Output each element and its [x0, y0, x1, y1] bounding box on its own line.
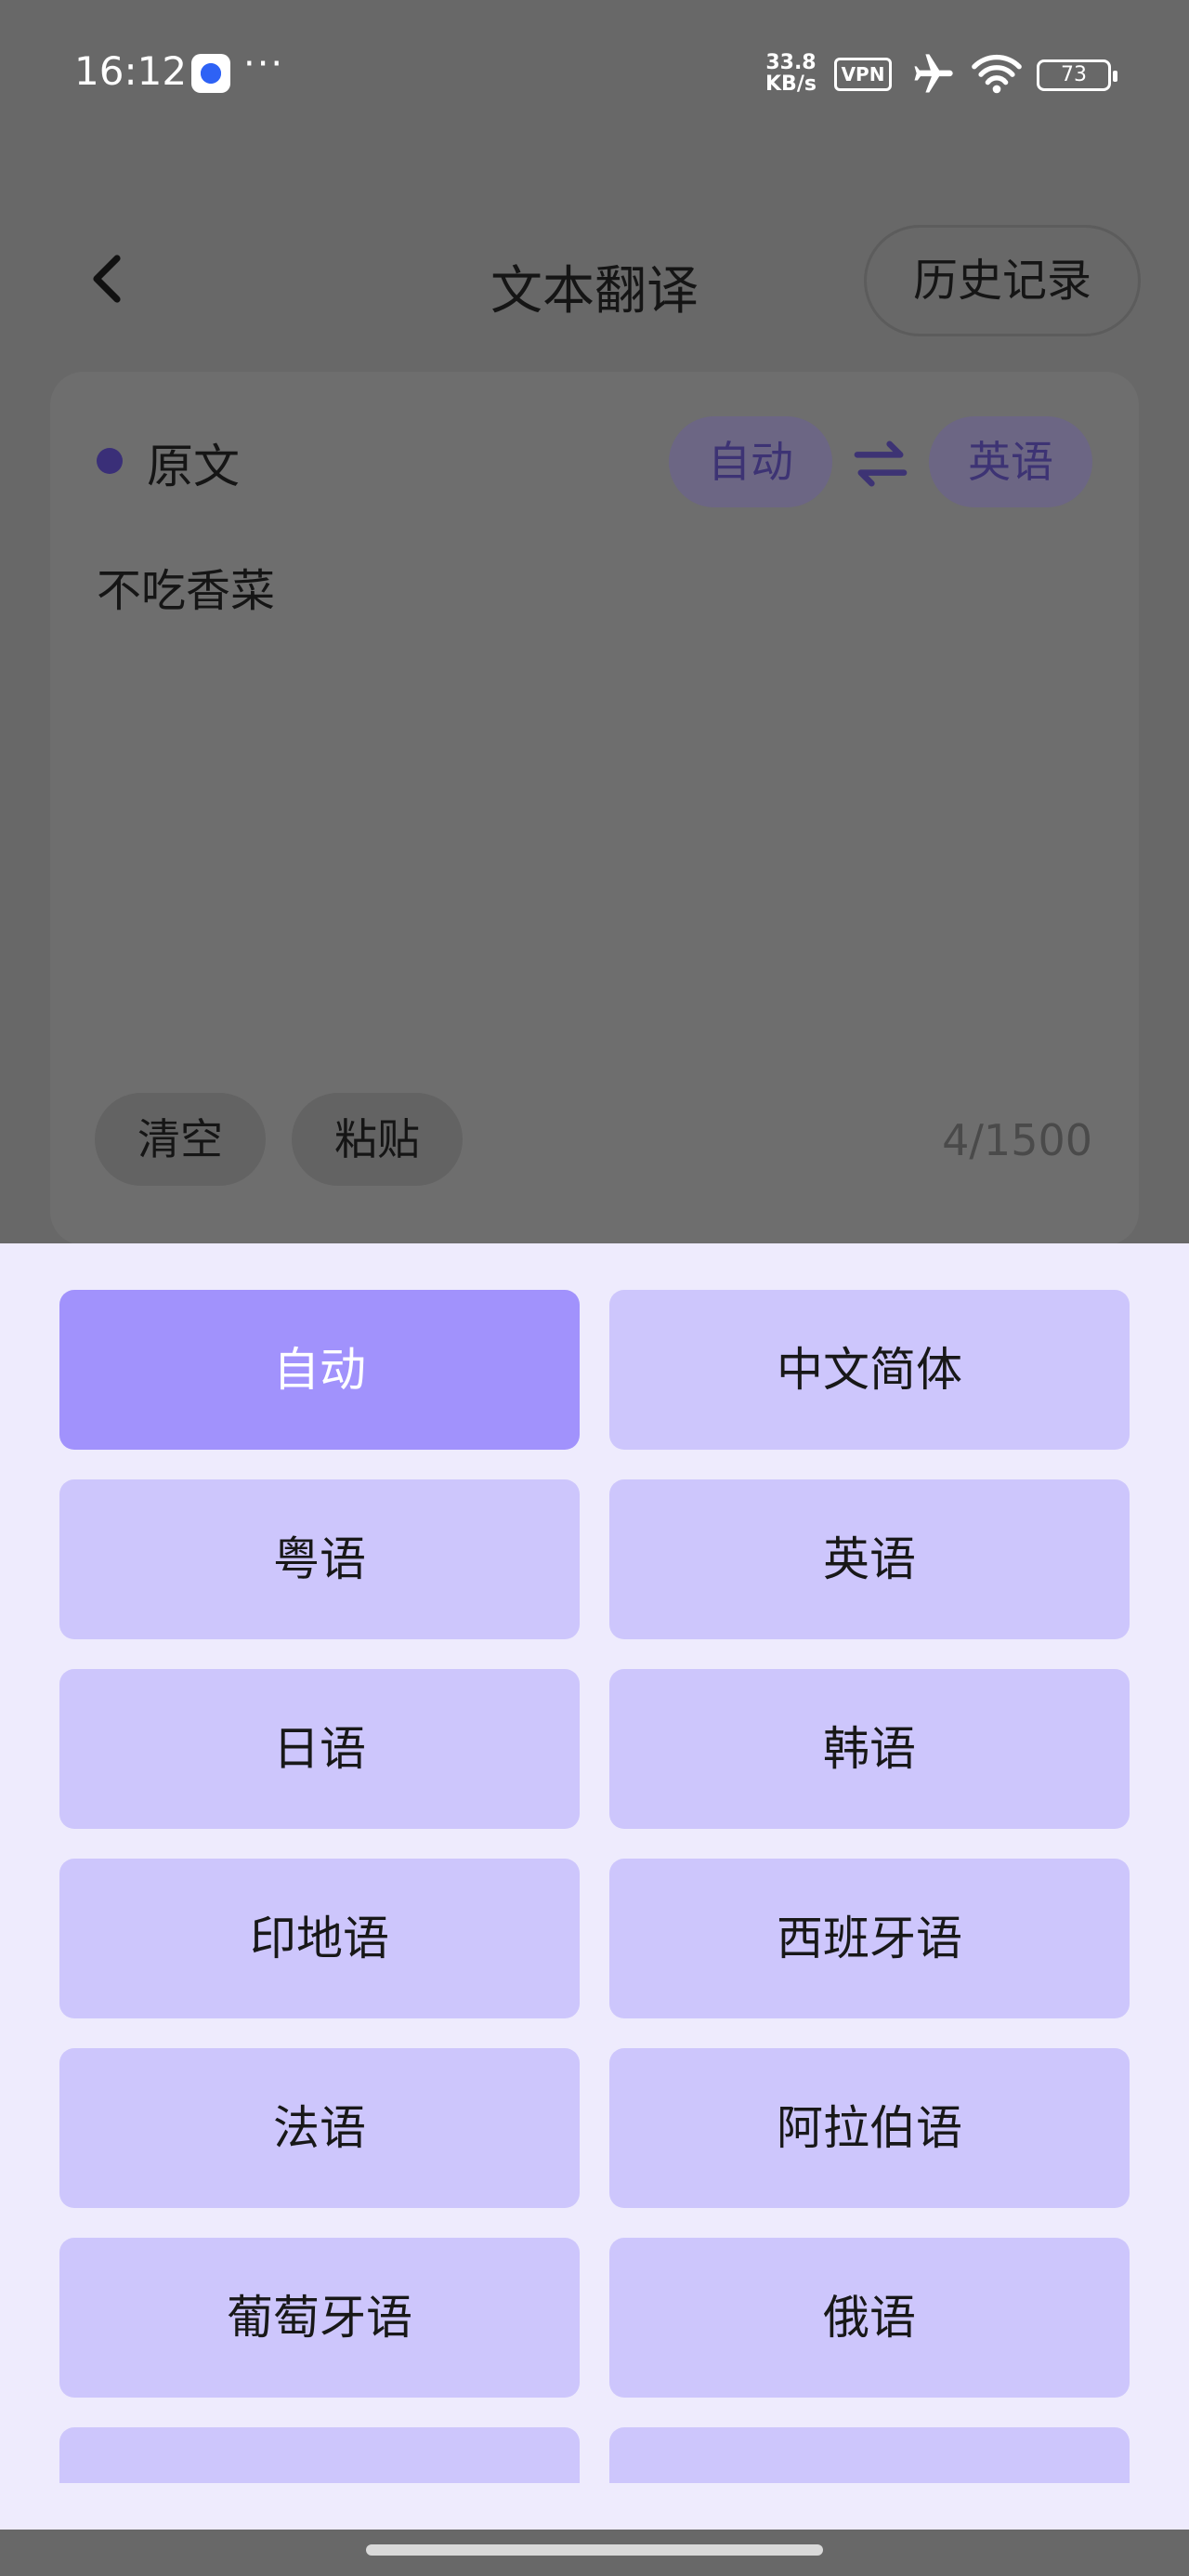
more-notifications-icon: ··· [243, 43, 285, 85]
wifi-icon [972, 54, 1022, 94]
history-button[interactable]: 历史记录 [864, 225, 1141, 336]
language-option-hindi[interactable]: 印地语 [59, 1859, 580, 2018]
clear-button[interactable]: 清空 [95, 1093, 266, 1186]
paste-button[interactable]: 粘贴 [292, 1093, 463, 1186]
language-option-russian[interactable]: 俄语 [609, 2238, 1130, 2398]
source-indicator-dot [97, 448, 123, 474]
source-language-button[interactable]: 自动 [669, 416, 832, 507]
language-option-spanish[interactable]: 西班牙语 [609, 1859, 1130, 2018]
swap-arrows-icon[interactable] [851, 439, 910, 489]
target-language-button[interactable]: 英语 [929, 416, 1092, 507]
language-option-french[interactable]: 法语 [59, 2048, 580, 2208]
network-speed-value: 33.8 [765, 51, 817, 74]
language-option-english[interactable]: 英语 [609, 1479, 1130, 1639]
language-option-cantonese[interactable]: 粤语 [59, 1479, 580, 1639]
battery-icon: 73 [1037, 59, 1117, 91]
vpn-icon: VPN [834, 58, 892, 91]
status-bar: 16:12 ··· 33.8 KB/s VPN 73 [0, 0, 1189, 149]
system-nav-bar [0, 2530, 1189, 2576]
source-label: 原文 [147, 440, 240, 493]
language-option-arabic[interactable]: 阿拉伯语 [609, 2048, 1130, 2208]
source-text-input[interactable]: 不吃香菜 [97, 554, 275, 619]
sheet-bottom-edge [0, 2483, 1189, 2530]
language-options-grid: 自动 中文简体 粤语 英语 日语 韩语 印地语 西班牙语 法语 阿拉伯语 葡萄牙… [59, 1290, 1130, 2530]
network-speed-unit: KB/s [765, 72, 817, 96]
character-counter: 4/1500 [942, 1115, 1092, 1165]
language-option-japanese[interactable]: 日语 [59, 1669, 580, 1829]
header: 文本翻译 历史记录 [0, 214, 1189, 344]
app-notification-icon [191, 54, 230, 93]
home-indicator[interactable] [366, 2544, 823, 2556]
language-option-auto[interactable]: 自动 [59, 1290, 580, 1450]
network-speed: 33.8 KB/s [765, 52, 817, 95]
language-picker-sheet: 自动 中文简体 粤语 英语 日语 韩语 印地语 西班牙语 法语 阿拉伯语 葡萄牙… [0, 1243, 1189, 2530]
language-option-chinese-simplified[interactable]: 中文简体 [609, 1290, 1130, 1450]
source-card: 原文 自动 英语 不吃香菜 清空 粘贴 4/1500 [50, 372, 1139, 1245]
language-option-korean[interactable]: 韩语 [609, 1669, 1130, 1829]
airplane-icon [914, 54, 953, 93]
status-time: 16:12 [74, 48, 188, 94]
language-option-portuguese[interactable]: 葡萄牙语 [59, 2238, 580, 2398]
